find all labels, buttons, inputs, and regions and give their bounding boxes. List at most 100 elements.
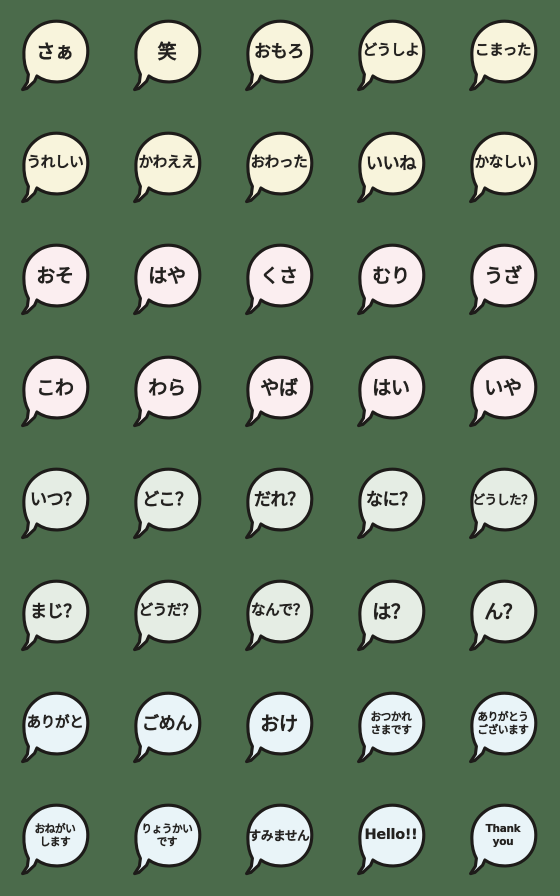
sticker-cell[interactable]: うれしい (0, 112, 112, 224)
sticker-cell[interactable]: どこ？ (112, 448, 224, 560)
sticker-label: はや (148, 264, 186, 287)
speech-bubble-sticker[interactable]: ん？ (466, 578, 542, 654)
speech-bubble-sticker[interactable]: おつかれ さまです (354, 690, 430, 766)
sticker-label: ん？ (484, 600, 522, 623)
sticker-cell[interactable]: りょうかい です (112, 784, 224, 896)
sticker-cell[interactable]: は？ (336, 560, 448, 672)
sticker-label: おもろ (253, 41, 305, 62)
speech-bubble-sticker[interactable]: いいね (354, 130, 430, 206)
sticker-cell[interactable]: すみません (224, 784, 336, 896)
sticker-cell[interactable]: こまった (448, 0, 560, 112)
speech-bubble-sticker[interactable]: まじ？ (18, 578, 94, 654)
sticker-cell[interactable]: うざ (448, 224, 560, 336)
speech-bubble-sticker[interactable]: ありがと (18, 690, 94, 766)
sticker-cell[interactable]: Thank you (448, 784, 560, 896)
speech-bubble-sticker[interactable]: くさ (242, 242, 318, 318)
speech-bubble-sticker[interactable]: Thank you (466, 802, 542, 878)
speech-bubble-sticker[interactable]: だれ？ (242, 466, 318, 542)
speech-bubble-sticker[interactable]: こまった (466, 18, 542, 94)
sticker-cell[interactable]: おねがい します (0, 784, 112, 896)
speech-bubble-sticker[interactable]: むり (354, 242, 430, 318)
speech-bubble-sticker[interactable]: おけ (242, 690, 318, 766)
speech-bubble-sticker[interactable]: やば (242, 354, 318, 430)
sticker-label: は？ (372, 600, 410, 623)
sticker-label: おけ (260, 712, 298, 735)
speech-bubble-sticker[interactable]: 笑 (130, 18, 206, 94)
speech-bubble-sticker[interactable]: なんで？ (242, 578, 318, 654)
speech-bubble-sticker[interactable]: わら (130, 354, 206, 430)
sticker-cell[interactable]: かわええ (112, 112, 224, 224)
speech-bubble-sticker[interactable]: かわええ (130, 130, 206, 206)
sticker-cell[interactable]: ありがとう ございます (448, 672, 560, 784)
speech-bubble-sticker[interactable]: りょうかい です (130, 802, 206, 878)
sticker-label: さぁ (36, 40, 74, 63)
sticker-label: おつかれ さまです (370, 711, 412, 736)
speech-bubble-sticker[interactable]: おねがい します (18, 802, 94, 878)
speech-bubble-sticker[interactable]: は？ (354, 578, 430, 654)
sticker-cell[interactable]: おつかれ さまです (336, 672, 448, 784)
sticker-label: おねがい します (34, 823, 76, 848)
sticker-cell[interactable]: 笑 (112, 0, 224, 112)
sticker-cell[interactable]: かなしい (448, 112, 560, 224)
speech-bubble-sticker[interactable]: おもろ (242, 18, 318, 94)
speech-bubble-sticker[interactable]: どこ？ (130, 466, 206, 542)
sticker-cell[interactable]: おわった (224, 112, 336, 224)
sticker-label: うざ (484, 264, 522, 287)
speech-bubble-sticker[interactable]: さぁ (18, 18, 94, 94)
sticker-cell[interactable]: はや (112, 224, 224, 336)
speech-bubble-sticker[interactable]: いつ？ (18, 466, 94, 542)
speech-bubble-sticker[interactable]: どうだ？ (130, 578, 206, 654)
speech-bubble-sticker[interactable]: どうしよ (354, 18, 430, 94)
speech-bubble-sticker[interactable]: ごめん (130, 690, 206, 766)
sticker-label: どうだ？ (138, 603, 196, 620)
speech-bubble-sticker[interactable]: はい (354, 354, 430, 430)
speech-bubble-sticker[interactable]: かなしい (466, 130, 542, 206)
sticker-cell[interactable]: いいね (336, 112, 448, 224)
sticker-cell[interactable]: やば (224, 336, 336, 448)
sticker-cell[interactable]: おもろ (224, 0, 336, 112)
sticker-label: やば (260, 376, 298, 399)
sticker-label: ありがとう ございます (477, 711, 529, 736)
sticker-cell[interactable]: さぁ (0, 0, 112, 112)
speech-bubble-sticker[interactable]: はや (130, 242, 206, 318)
sticker-cell[interactable]: こわ (0, 336, 112, 448)
sticker-cell[interactable]: はい (336, 336, 448, 448)
sticker-cell[interactable]: おそ (0, 224, 112, 336)
speech-bubble-sticker[interactable]: おわった (242, 130, 318, 206)
sticker-cell[interactable]: だれ？ (224, 448, 336, 560)
sticker-cell[interactable]: ごめん (112, 672, 224, 784)
sticker-cell[interactable]: どうした？ (448, 448, 560, 560)
sticker-cell[interactable]: Hello!! (336, 784, 448, 896)
sticker-cell[interactable]: なに？ (336, 448, 448, 560)
sticker-cell[interactable]: ん？ (448, 560, 560, 672)
speech-bubble-sticker[interactable]: Hello!! (354, 802, 430, 878)
speech-bubble-sticker[interactable]: なに？ (354, 466, 430, 542)
sticker-label: むり (372, 264, 410, 287)
speech-bubble-sticker[interactable]: こわ (18, 354, 94, 430)
speech-bubble-sticker[interactable]: どうした？ (466, 466, 542, 542)
sticker-label: おわった (250, 155, 308, 172)
sticker-label: Hello!! (364, 827, 418, 844)
sticker-cell[interactable]: どうだ？ (112, 560, 224, 672)
speech-bubble-sticker[interactable]: ありがとう ございます (466, 690, 542, 766)
sticker-cell[interactable]: わら (112, 336, 224, 448)
speech-bubble-sticker[interactable]: うれしい (18, 130, 94, 206)
speech-bubble-sticker[interactable]: いや (466, 354, 542, 430)
sticker-cell[interactable]: いつ？ (0, 448, 112, 560)
sticker-label: かなしい (474, 155, 532, 172)
speech-bubble-sticker[interactable]: うざ (466, 242, 542, 318)
sticker-cell[interactable]: ありがと (0, 672, 112, 784)
speech-bubble-sticker[interactable]: おそ (18, 242, 94, 318)
sticker-cell[interactable]: なんで？ (224, 560, 336, 672)
sticker-cell[interactable]: まじ？ (0, 560, 112, 672)
sticker-cell[interactable]: むり (336, 224, 448, 336)
speech-bubble-sticker[interactable]: すみません (242, 802, 318, 878)
sticker-cell[interactable]: どうしよ (336, 0, 448, 112)
sticker-label: なに？ (365, 489, 417, 510)
sticker-label: おそ (36, 264, 74, 287)
sticker-label: いや (484, 376, 522, 399)
sticker-cell[interactable]: おけ (224, 672, 336, 784)
sticker-label: いつ？ (29, 489, 81, 510)
sticker-cell[interactable]: いや (448, 336, 560, 448)
sticker-cell[interactable]: くさ (224, 224, 336, 336)
